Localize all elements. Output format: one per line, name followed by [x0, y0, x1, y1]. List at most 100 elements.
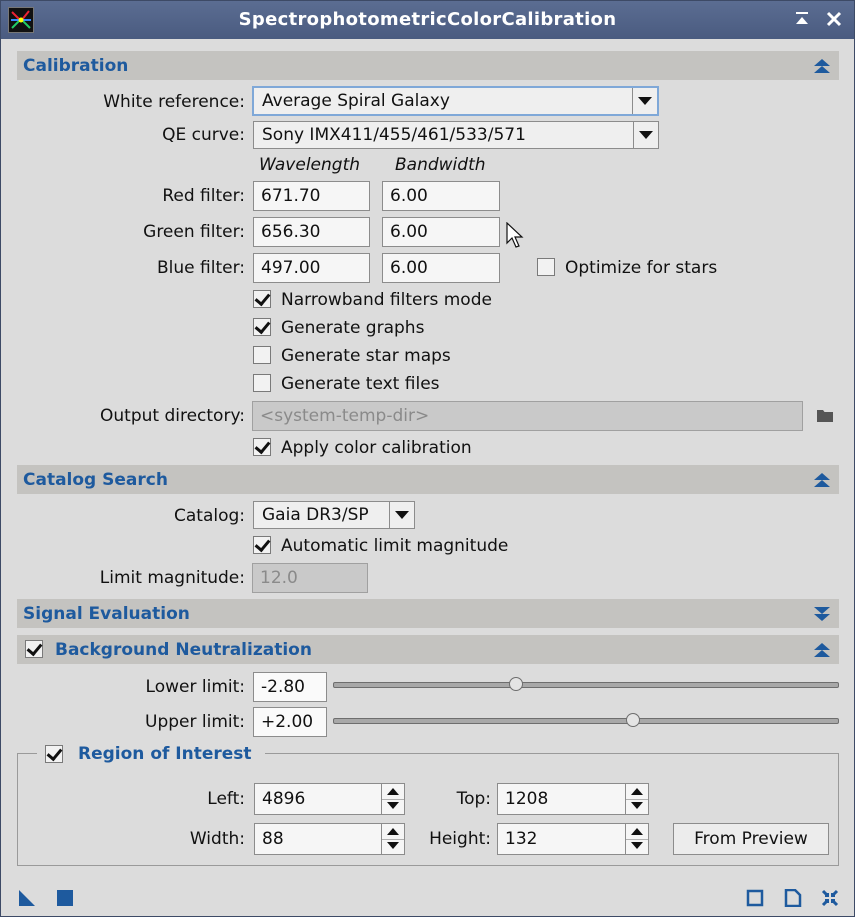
blue-wavelength-input[interactable]: 497.00	[253, 253, 370, 283]
lower-limit-slider-thumb[interactable]	[509, 677, 524, 691]
title-bar[interactable]: SpectrophotometricColorCalibration	[1, 1, 854, 39]
limit-magnitude-input[interactable]: 12.0	[252, 563, 368, 593]
region-of-interest-header: Region of Interest	[37, 741, 265, 767]
lower-limit-label: Lower limit:	[145, 677, 245, 697]
section-background-neutralization-title: Background Neutralization	[55, 640, 312, 660]
catalog-label: Catalog:	[173, 506, 245, 526]
roi-left-spinbox[interactable]: 4896	[254, 783, 405, 815]
green-filter-label: Green filter:	[143, 222, 245, 242]
section-catalog-search-title: Catalog Search	[23, 470, 168, 490]
green-wavelength-input[interactable]: 656.30	[253, 217, 370, 247]
upper-limit-slider-thumb[interactable]	[625, 713, 640, 727]
spin-up-icon[interactable]	[625, 784, 648, 800]
background-neutralization-checkbox[interactable]	[25, 640, 43, 658]
upper-limit-slider[interactable]	[333, 713, 839, 727]
shade-window-icon[interactable]	[793, 10, 811, 33]
optimize-for-stars-checkbox[interactable]	[537, 258, 555, 276]
white-reference-label: White reference:	[103, 92, 245, 112]
section-calibration-title: Calibration	[23, 56, 129, 76]
spin-down-icon[interactable]	[625, 839, 648, 854]
upper-limit-input[interactable]: +2.00	[253, 707, 327, 737]
generate-star-maps-checkbox[interactable]	[253, 346, 271, 364]
region-of-interest-checkbox[interactable]	[45, 745, 63, 763]
white-reference-value: Average Spiral Galaxy	[262, 91, 450, 111]
section-catalog-search[interactable]: Catalog Search	[17, 465, 839, 494]
section-signal-evaluation-title: Signal Evaluation	[23, 604, 190, 624]
chevron-down-icon	[389, 502, 414, 528]
close-icon[interactable]	[825, 10, 843, 33]
reset-icon[interactable]	[821, 889, 839, 907]
from-preview-button[interactable]: From Preview	[673, 823, 829, 855]
roi-width-spinbox[interactable]: 88	[254, 823, 405, 855]
red-wavelength-input[interactable]: 671.70	[253, 181, 370, 211]
roi-left-label: Left:	[207, 789, 245, 809]
output-directory-label: Output directory:	[100, 406, 245, 426]
mouse-cursor-icon	[506, 222, 524, 248]
roi-top-spinbox[interactable]: 1208	[497, 783, 649, 815]
output-directory-input[interactable]: <system-temp-dir>	[252, 401, 803, 431]
dialog-window: SpectrophotometricColorCalibration Calib…	[0, 0, 855, 917]
folder-icon[interactable]	[816, 408, 834, 423]
generate-graphs-checkbox[interactable]	[253, 318, 271, 336]
limit-magnitude-label: Limit magnitude:	[99, 568, 245, 588]
roi-height-label: Height:	[429, 829, 491, 849]
section-background-neutralization[interactable]: Background Neutralization	[17, 635, 839, 664]
collapse-icon[interactable]	[813, 641, 831, 659]
new-instance-icon[interactable]	[18, 889, 36, 907]
roi-top-label: Top:	[456, 789, 491, 809]
generate-star-maps-label: Generate star maps	[281, 346, 451, 366]
dialog-content: Calibration White reference: Average Spi…	[1, 39, 854, 879]
lower-limit-input[interactable]: -2.80	[253, 672, 327, 702]
automatic-limit-magnitude-label: Automatic limit magnitude	[281, 536, 509, 556]
collapse-icon[interactable]	[813, 57, 831, 75]
roi-left-value: 4896	[262, 789, 306, 809]
generate-text-files-checkbox[interactable]	[253, 374, 271, 392]
documentation-icon[interactable]	[784, 889, 802, 907]
optimize-for-stars-label: Optimize for stars	[565, 258, 718, 278]
generate-graphs-label: Generate graphs	[281, 318, 425, 338]
window-title: SpectrophotometricColorCalibration	[238, 9, 617, 30]
blue-bandwidth-input[interactable]: 6.00	[382, 253, 500, 283]
bottom-toolbar	[1, 879, 854, 916]
spin-down-icon[interactable]	[381, 839, 404, 854]
spin-down-icon[interactable]	[381, 799, 404, 814]
blue-filter-label: Blue filter:	[157, 258, 245, 278]
lower-limit-slider[interactable]	[333, 677, 839, 691]
region-of-interest-title: Region of Interest	[78, 744, 252, 764]
spin-down-icon[interactable]	[625, 799, 648, 814]
roi-width-label: Width:	[189, 829, 245, 849]
bandwidth-header: Bandwidth	[395, 155, 486, 175]
chevron-down-icon	[632, 88, 657, 114]
chevron-down-icon	[633, 122, 658, 148]
collapse-icon[interactable]	[813, 471, 831, 489]
wavelength-header: Wavelength	[259, 155, 361, 175]
spin-up-icon[interactable]	[381, 784, 404, 800]
generate-text-files-label: Generate text files	[281, 374, 440, 394]
qe-curve-label: QE curve:	[162, 125, 245, 145]
automatic-limit-magnitude-checkbox[interactable]	[253, 536, 271, 554]
section-calibration[interactable]: Calibration	[17, 51, 839, 80]
apply-color-calibration-label: Apply color calibration	[281, 438, 472, 458]
red-bandwidth-input[interactable]: 6.00	[382, 181, 500, 211]
section-signal-evaluation[interactable]: Signal Evaluation	[17, 599, 839, 628]
apply-global-icon[interactable]	[56, 889, 74, 907]
roi-width-value: 88	[262, 829, 284, 849]
green-bandwidth-input[interactable]: 6.00	[382, 217, 500, 247]
roi-top-value: 1208	[505, 789, 549, 809]
roi-height-spinbox[interactable]: 132	[497, 823, 649, 855]
qe-curve-value: Sony IMX411/455/461/533/571	[262, 125, 526, 145]
expand-icon[interactable]	[813, 605, 831, 623]
red-filter-label: Red filter:	[162, 186, 245, 206]
narrowband-mode-label: Narrowband filters mode	[281, 290, 492, 310]
qe-curve-select[interactable]: Sony IMX411/455/461/533/571	[253, 121, 659, 149]
narrowband-mode-checkbox[interactable]	[253, 290, 271, 308]
preview-icon[interactable]	[746, 889, 764, 907]
spin-up-icon[interactable]	[381, 824, 404, 840]
roi-height-value: 132	[505, 829, 538, 849]
catalog-select[interactable]: Gaia DR3/SP	[253, 501, 415, 529]
upper-limit-label: Upper limit:	[145, 712, 245, 732]
white-reference-select[interactable]: Average Spiral Galaxy	[252, 86, 659, 116]
catalog-value: Gaia DR3/SP	[262, 505, 369, 525]
apply-color-calibration-checkbox[interactable]	[253, 438, 271, 456]
spin-up-icon[interactable]	[625, 824, 648, 840]
